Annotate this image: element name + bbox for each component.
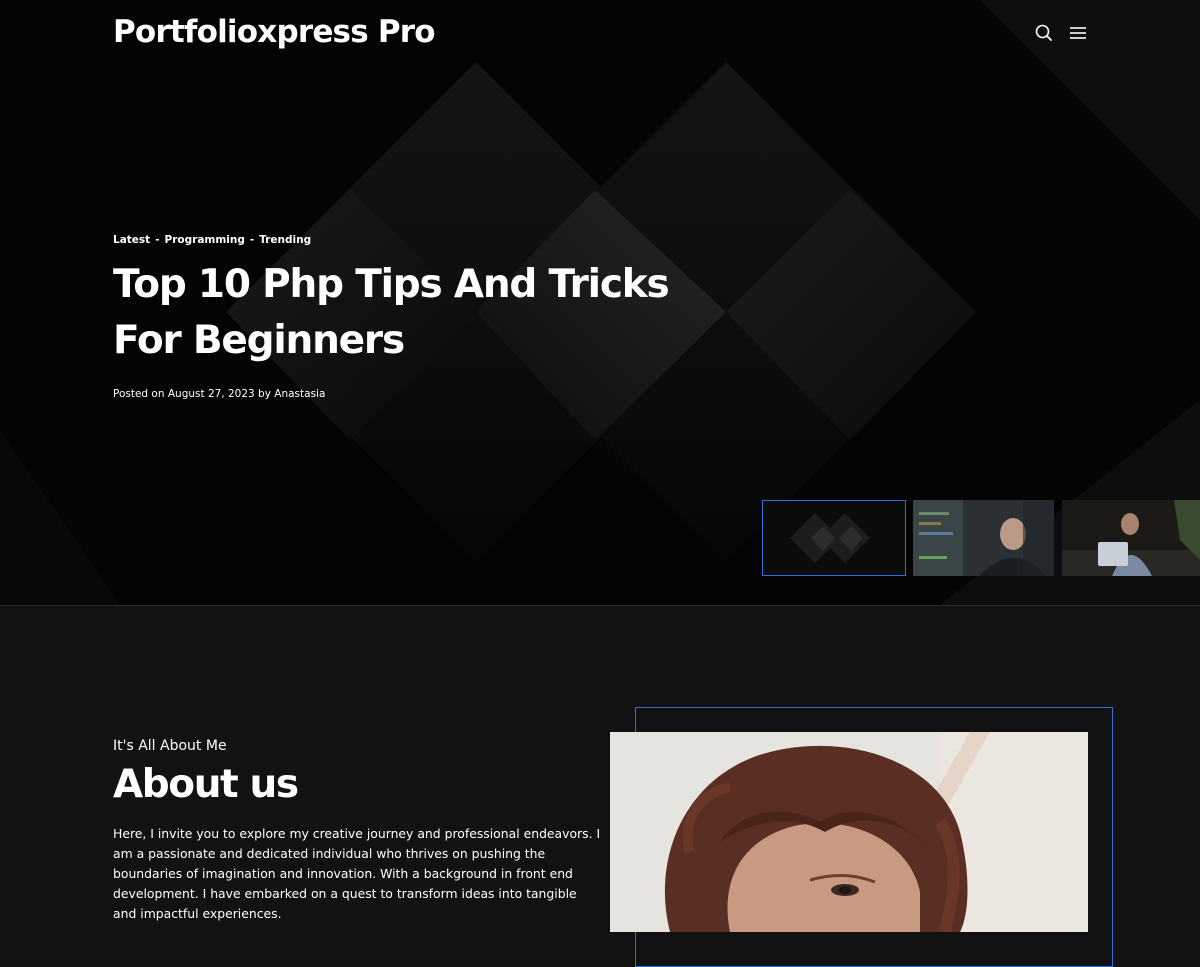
thumbnail-image	[763, 501, 905, 575]
about-subtitle: It's All About Me	[113, 738, 227, 754]
search-icon	[1035, 24, 1052, 41]
about-title: About us	[113, 762, 299, 807]
category-separator: -	[155, 234, 160, 246]
category-link-latest[interactable]: Latest	[113, 234, 150, 246]
post-categories: Latest - Programming - Trending	[113, 234, 713, 246]
site-title[interactable]: Portfolioxpress Pro	[113, 14, 436, 50]
about-section: It's All About Me About us Here, I invit…	[0, 606, 1200, 967]
post-title: Top 10 Php Tips And Tricks For Beginners	[113, 257, 703, 369]
slider-thumbnail[interactable]	[1062, 500, 1200, 576]
hamburger-menu-icon	[1070, 27, 1086, 39]
menu-button[interactable]	[1067, 22, 1089, 44]
thumbnail-image-developer	[913, 500, 1054, 576]
slider-thumbnail[interactable]	[913, 500, 1054, 576]
category-separator: -	[249, 234, 255, 246]
hero-slider: Portfolioxpress Pro Latest - Programming - T…	[0, 0, 1200, 606]
search-button[interactable]	[1033, 22, 1055, 44]
category-link-programming[interactable]: Programming	[165, 234, 245, 246]
thumbnail-image-laptop-woman	[1062, 500, 1200, 576]
post-date-link[interactable]: August 27, 2023	[168, 388, 255, 400]
by-label: by	[258, 388, 271, 400]
post-meta: Posted on August 27, 2023 by Anastasia	[113, 388, 713, 400]
about-photo	[610, 732, 1088, 932]
slider-thumbnail-active[interactable]	[762, 500, 906, 576]
category-link-trending[interactable]: Trending	[259, 234, 311, 246]
posted-on-label: Posted on	[113, 388, 165, 400]
about-text: Here, I invite you to explore my creativ…	[113, 826, 601, 921]
site-header: Portfolioxpress Pro	[0, 0, 1200, 70]
portrait-image	[610, 732, 1088, 932]
post-title-link[interactable]: Top 10 Php Tips And Tricks For Beginners	[113, 262, 670, 363]
slide-content: Latest - Programming - Trending Top 10 Php T…	[113, 234, 713, 400]
post-author-link[interactable]: Anastasia	[274, 388, 325, 400]
